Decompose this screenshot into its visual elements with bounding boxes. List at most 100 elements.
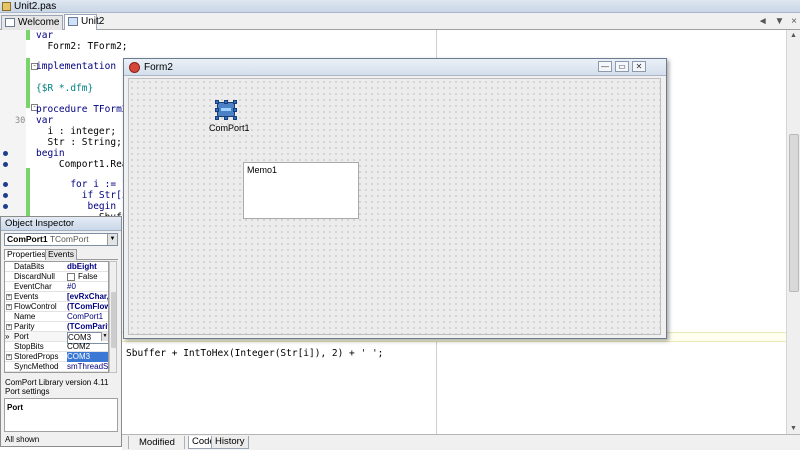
property-value[interactable]: [evRxChar,	[67, 292, 108, 302]
scroll-down-icon[interactable]: ▼	[790, 425, 797, 432]
selection-handle[interactable]	[215, 100, 219, 104]
modified-status: Modified	[139, 437, 175, 448]
tab-scroll-icon[interactable]: ◄	[758, 16, 768, 27]
property-name: StopBits	[14, 342, 44, 351]
property-row[interactable]: Name ComPort1	[5, 312, 108, 322]
form-designer-window[interactable]: Form2 — ▭ ✕ ComPort1 Memo1	[123, 58, 667, 339]
close-icon[interactable]: ×	[791, 16, 797, 27]
scrollbar-thumb[interactable]	[789, 134, 799, 292]
scrollbar-thumb[interactable]	[111, 292, 116, 348]
expand-plus-icon[interactable]: +	[6, 354, 12, 360]
tab-welcome-page[interactable]: Welcome Page	[1, 15, 63, 41]
property-row[interactable]: DataBits dbEight	[5, 262, 108, 272]
property-name: DiscardNull	[14, 272, 55, 281]
line-number: 30	[15, 116, 26, 126]
component-label: ComPort1	[209, 123, 250, 133]
property-name: Parity	[14, 322, 35, 331]
property-value[interactable]: ComPort1	[67, 312, 108, 322]
scroll-up-icon[interactable]: ▲	[790, 32, 797, 39]
property-row[interactable]: DiscardNull False	[5, 272, 108, 282]
code-line: implementation	[36, 61, 117, 72]
property-row[interactable]: SyncMethod smThreadSyn	[5, 362, 108, 372]
dropdown-option[interactable]: COM2	[67, 342, 108, 352]
property-row[interactable]: + FlowControl (TComFlow	[5, 302, 108, 312]
code-line: Form2: TForm2;	[36, 41, 128, 52]
property-grid[interactable]: DataBits dbEight DiscardNull False Event…	[4, 261, 109, 373]
expand-plus-icon[interactable]: +	[6, 294, 12, 300]
selection-handle[interactable]	[233, 100, 237, 104]
status-bar: Modified Code History	[122, 434, 800, 450]
breakpoint-dot-icon[interactable]	[3, 151, 8, 156]
breakpoint-dot-icon[interactable]	[3, 204, 8, 209]
selection-handle[interactable]	[233, 108, 237, 112]
object-inspector-title: Object Inspector	[1, 217, 121, 231]
tab-properties[interactable]: Properties	[4, 249, 49, 260]
dropdown-option-highlighted[interactable]: COM3	[67, 352, 108, 362]
object-selector[interactable]: ComPort1 TComPort ▼	[4, 233, 118, 246]
property-value[interactable]: (TComFlow	[67, 302, 108, 312]
title-bar: Unit2.pas	[0, 0, 800, 13]
breakpoint-dot-icon[interactable]	[3, 193, 8, 198]
property-value[interactable]: smThreadSyn	[67, 362, 108, 372]
property-name: FlowControl	[14, 302, 57, 311]
file-icon	[2, 2, 11, 11]
property-value[interactable]: (TComParit	[67, 322, 108, 332]
property-name: Events	[14, 292, 39, 301]
maximize-button[interactable]: ▭	[615, 61, 629, 72]
form-title-bar[interactable]: Form2 — ▭ ✕	[124, 59, 666, 76]
object-inspector[interactable]: Object Inspector ComPort1 TComPort ▼ Pro…	[0, 216, 122, 447]
property-row-selected[interactable]: » Port COM3 ▼	[5, 332, 108, 344]
expand-plus-icon[interactable]: +	[6, 324, 12, 330]
memo-label: Memo1	[247, 165, 278, 175]
component-hint-text: Port settings	[5, 387, 50, 396]
page-icon	[5, 18, 15, 27]
property-name: SyncMethod	[14, 362, 59, 371]
expand-plus-icon[interactable]: +	[6, 304, 12, 310]
editor-scrollbar[interactable]: ▲ ▼	[786, 30, 800, 434]
tab-history[interactable]: History	[211, 436, 249, 449]
close-button[interactable]: ✕	[632, 61, 646, 72]
property-row[interactable]: + StoredProps COM3	[5, 352, 108, 362]
property-row[interactable]: StopBits COM2	[5, 342, 108, 352]
property-value[interactable]: #0	[67, 282, 108, 292]
property-name: StoredProps	[14, 352, 59, 361]
selected-object-name: ComPort1	[7, 234, 48, 244]
form-caption: Form2	[144, 62, 173, 73]
code-line: begin	[36, 148, 65, 159]
comport-component[interactable]: ComPort1	[209, 100, 250, 140]
form-icon	[129, 62, 140, 73]
filter-status: All shown	[5, 435, 40, 444]
selection-handle[interactable]	[224, 100, 228, 104]
editor-tab-bar: Welcome Page Unit2 ◄ ▼ ×	[0, 13, 800, 41]
property-value[interactable]: dbEight	[67, 262, 108, 272]
chevron-down-icon[interactable]: ▼	[107, 234, 117, 245]
property-grid-scrollbar[interactable]	[109, 261, 117, 373]
property-row[interactable]: + Events [evRxChar,	[5, 292, 108, 302]
breakpoint-dot-icon[interactable]	[3, 162, 8, 167]
selection-handle[interactable]	[215, 116, 219, 120]
tab-unit2[interactable]: Unit2	[64, 14, 104, 30]
breakpoint-dot-icon[interactable]	[3, 182, 8, 187]
selection-handle[interactable]	[233, 116, 237, 120]
library-version-text: ComPort Library version 4.11	[5, 378, 109, 387]
chevron-down-icon[interactable]: ▼	[774, 16, 784, 27]
minimize-button[interactable]: —	[598, 61, 612, 72]
memo-control[interactable]: Memo1	[243, 162, 359, 219]
unit-icon	[68, 17, 78, 26]
property-name: DataBits	[14, 262, 45, 271]
property-row[interactable]: + Parity (TComParit	[5, 322, 108, 332]
selection-handle[interactable]	[215, 108, 219, 112]
selection-handle[interactable]	[224, 116, 228, 120]
tab-label: Unit2	[81, 16, 105, 27]
property-checkbox[interactable]	[67, 273, 75, 281]
property-name: Name	[14, 312, 36, 321]
property-value[interactable]: False	[78, 272, 108, 282]
form-design-surface[interactable]: ComPort1 Memo1	[128, 78, 661, 335]
selected-object-type: TComPort	[49, 234, 89, 244]
tab-events[interactable]: Events	[45, 249, 77, 260]
code-line: {$R *.dfm}	[36, 83, 94, 94]
property-row[interactable]: EventChar #0	[5, 282, 108, 292]
chevron-down-icon[interactable]: ▼	[101, 332, 108, 341]
row-marker-icon: »	[5, 332, 10, 341]
code-line: i : integer;	[36, 126, 117, 137]
